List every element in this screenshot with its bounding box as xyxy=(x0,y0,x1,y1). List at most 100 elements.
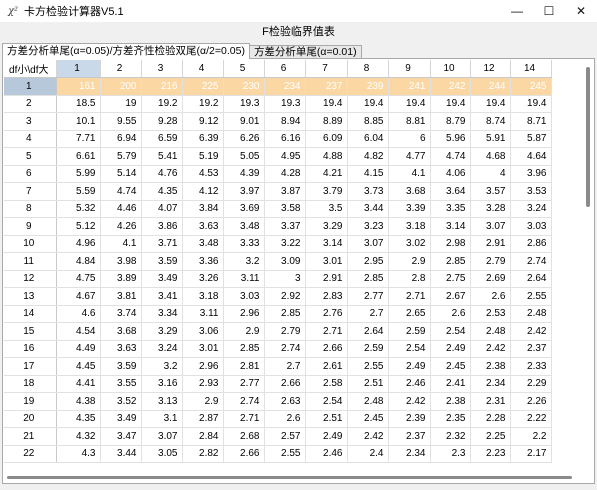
table-cell[interactable]: 2.42 xyxy=(510,322,552,341)
table-cell[interactable]: 200 xyxy=(100,77,142,96)
row-header[interactable]: 5 xyxy=(4,147,57,166)
column-header[interactable]: 6 xyxy=(264,60,306,78)
table-cell[interactable]: 3.29 xyxy=(305,217,348,236)
table-cell[interactable]: 5.19 xyxy=(182,147,224,166)
table-cell[interactable]: 2.66 xyxy=(264,375,306,393)
table-cell[interactable]: 2.96 xyxy=(182,357,224,376)
table-cell[interactable]: 3.03 xyxy=(510,217,552,236)
table-cell[interactable]: 230 xyxy=(223,77,265,96)
table-cell[interactable]: 2.34 xyxy=(470,375,511,393)
table-cell[interactable]: 2.49 xyxy=(388,357,431,376)
table-cell[interactable]: 2.71 xyxy=(305,322,348,341)
table-cell[interactable]: 3.96 xyxy=(510,165,552,183)
table-cell[interactable]: 2.29 xyxy=(510,375,552,393)
table-cell[interactable]: 2.17 xyxy=(510,445,552,463)
table-cell[interactable]: 2.66 xyxy=(223,445,265,463)
table-cell[interactable]: 2.85 xyxy=(223,340,265,358)
minimize-button[interactable]: — xyxy=(501,0,533,22)
table-cell[interactable]: 2.92 xyxy=(264,287,306,306)
table-cell[interactable]: 6.26 xyxy=(223,130,265,148)
table-cell[interactable]: 2.25 xyxy=(470,427,511,446)
table-cell[interactable]: 3.98 xyxy=(100,252,142,271)
table-cell[interactable]: 3.55 xyxy=(100,375,142,393)
table-cell[interactable]: 4 xyxy=(470,165,511,183)
table-cell[interactable]: 2.34 xyxy=(388,445,431,463)
table-cell[interactable]: 2.77 xyxy=(223,375,265,393)
table-row[interactable]: 22 4.3 3.44 3.05 2.82 2.66 2.55 2.46 2.4 2.34 2.3 2… xyxy=(4,445,552,463)
table-cell[interactable]: 3.14 xyxy=(430,217,471,236)
table-cell[interactable]: 3.48 xyxy=(182,235,224,253)
table-cell[interactable]: 2.46 xyxy=(388,375,431,393)
table-cell[interactable]: 3.18 xyxy=(182,287,224,306)
table-cell[interactable]: 2.58 xyxy=(305,375,348,393)
table-cell[interactable]: 2.68 xyxy=(223,427,265,446)
table-cell[interactable]: 2.86 xyxy=(510,235,552,253)
table-cell[interactable]: 2.64 xyxy=(347,322,389,341)
table-cell[interactable]: 3.06 xyxy=(182,322,224,341)
table-cell[interactable]: 3.1 xyxy=(141,410,183,428)
table-cell[interactable]: 2.42 xyxy=(347,427,389,446)
table-cell[interactable]: 2.38 xyxy=(430,392,471,411)
table-cell[interactable]: 8.71 xyxy=(510,112,552,131)
table-cell[interactable]: 3.07 xyxy=(470,217,511,236)
table-cell[interactable]: 2.55 xyxy=(264,445,306,463)
table-cell[interactable]: 2.91 xyxy=(305,270,348,288)
table-cell[interactable]: 2.79 xyxy=(470,252,511,271)
table-cell[interactable]: 4.45 xyxy=(56,357,101,376)
table-cell[interactable]: 2.85 xyxy=(430,252,471,271)
table-cell[interactable]: 3.24 xyxy=(510,200,552,218)
table-cell[interactable]: 3.84 xyxy=(182,200,224,218)
table-cell[interactable]: 237 xyxy=(305,77,348,96)
table-cell[interactable]: 2.49 xyxy=(430,340,471,358)
row-header[interactable]: 3 xyxy=(4,112,57,131)
column-header[interactable]: 5 xyxy=(223,60,265,78)
table-cell[interactable]: 4.3 xyxy=(56,445,101,463)
table-cell[interactable]: 4.82 xyxy=(347,147,389,166)
table-cell[interactable]: 2.23 xyxy=(470,445,511,463)
table-cell[interactable]: 3.68 xyxy=(388,182,431,201)
table-row[interactable]: 20 4.35 3.49 3.1 2.87 2.71 2.6 2.51 2.45 2.39 2.35… xyxy=(4,410,552,428)
table-cell[interactable]: 8.94 xyxy=(264,112,306,131)
table-cell[interactable]: 5.59 xyxy=(56,182,101,201)
table-cell[interactable]: 2.76 xyxy=(305,305,348,323)
table-cell[interactable]: 4.96 xyxy=(56,235,101,253)
table-cell[interactable]: 3.73 xyxy=(347,182,389,201)
table-cell[interactable]: 3.49 xyxy=(100,410,142,428)
table-cell[interactable]: 2.6 xyxy=(264,410,306,428)
table-cell[interactable]: 3.03 xyxy=(223,287,265,306)
table-cell[interactable]: 2.59 xyxy=(388,322,431,341)
table-cell[interactable]: 3.28 xyxy=(470,200,511,218)
table-cell[interactable]: 3.14 xyxy=(305,235,348,253)
table-cell[interactable]: 3.74 xyxy=(100,305,142,323)
table-cell[interactable]: 2.74 xyxy=(510,252,552,271)
table-cell[interactable]: 5.91 xyxy=(470,130,511,148)
table-cell[interactable]: 19.3 xyxy=(223,95,265,113)
table-cell[interactable]: 2.64 xyxy=(510,270,552,288)
table-cell[interactable]: 3.97 xyxy=(223,182,265,201)
table-cell[interactable]: 239 xyxy=(347,77,389,96)
table-cell[interactable]: 2.61 xyxy=(305,357,348,376)
table-cell[interactable]: 4.46 xyxy=(100,200,142,218)
table-cell[interactable]: 3.13 xyxy=(141,392,183,411)
table-cell[interactable]: 19.4 xyxy=(430,95,471,113)
table-cell[interactable]: 3.01 xyxy=(182,340,224,358)
table-cell[interactable]: 2.55 xyxy=(347,357,389,376)
table-cell[interactable]: 3.22 xyxy=(264,235,306,253)
table-cell[interactable]: 2.9 xyxy=(182,392,224,411)
column-header[interactable]: 2 xyxy=(100,60,142,78)
table-cell[interactable]: 3.44 xyxy=(347,200,389,218)
table-cell[interactable]: 2.22 xyxy=(510,410,552,428)
row-header[interactable]: 2 xyxy=(4,95,57,113)
table-cell[interactable]: 9.28 xyxy=(141,112,183,131)
row-header[interactable]: 15 xyxy=(4,322,57,341)
table-cell[interactable]: 4.95 xyxy=(264,147,306,166)
table-cell[interactable]: 19.4 xyxy=(388,95,431,113)
table-cell[interactable]: 2.42 xyxy=(470,340,511,358)
table-cell[interactable]: 4.35 xyxy=(141,182,183,201)
table-cell[interactable]: 225 xyxy=(182,77,224,96)
table-cell[interactable]: 2.37 xyxy=(388,427,431,446)
table-cell[interactable]: 2.71 xyxy=(388,287,431,306)
table-cell[interactable]: 4.53 xyxy=(182,165,224,183)
table-cell[interactable]: 2.6 xyxy=(430,305,471,323)
table-cell[interactable]: 2.51 xyxy=(347,375,389,393)
